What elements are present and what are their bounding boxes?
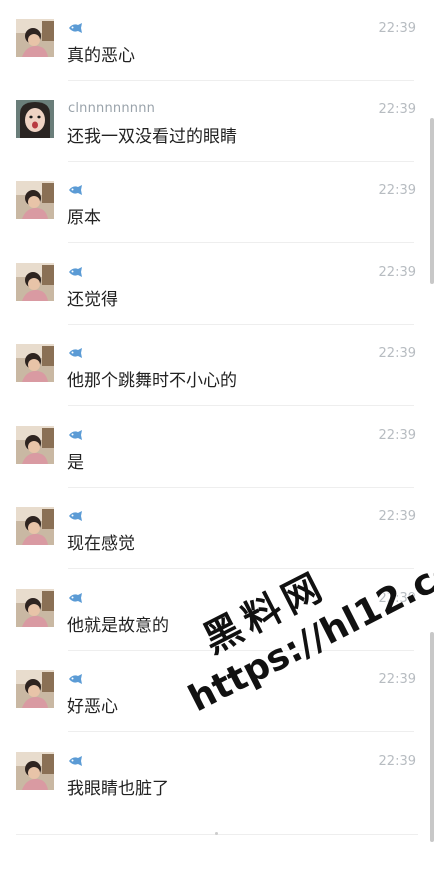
girl-avatar-image [16,507,54,545]
message-time: 22:39 [378,754,416,769]
message-time: 22:39 [378,102,416,117]
message-time: 22:39 [378,21,416,36]
message-text: 他就是故意的 [67,616,169,636]
message-time: 22:39 [378,672,416,687]
divider [68,731,414,732]
screaming-face-avatar[interactable] [16,100,54,138]
scrollbar-thumb[interactable] [430,118,434,284]
girl-avatar-image [16,670,54,708]
girl-avatar[interactable] [16,507,54,545]
sender-name: clnnnnnnnnn [68,101,156,116]
fish-icon [68,673,84,685]
message-item[interactable]: 22:39 是 [0,407,430,488]
message-time: 22:39 [378,428,416,443]
message-time: 22:39 [378,591,416,606]
loading-dot [215,832,218,835]
message-time: 22:39 [378,509,416,524]
divider [68,405,414,406]
message-item[interactable]: 22:39 我眼睛也脏了 [0,733,430,814]
fish-icon [68,755,84,767]
message-text: 真的恶心 [67,46,135,66]
message-item[interactable]: clnnnnnnnnn 22:39 还我一双没看过的眼睛 [0,81,430,162]
message-text: 他那个跳舞时不小心的 [67,371,237,391]
message-text: 好恶心 [67,697,118,717]
message-time: 22:39 [378,346,416,361]
chat-history-screen: 22:39 真的恶心 clnnnnnnnnn 22:39 还我一双没看过的眼睛 [0,0,434,884]
message-item[interactable]: 22:39 他就是故意的 [0,570,430,651]
girl-avatar[interactable] [16,589,54,627]
message-text: 还觉得 [67,290,118,310]
girl-avatar-image [16,19,54,57]
message-text: 原本 [67,208,101,228]
divider [68,242,414,243]
girl-avatar[interactable] [16,19,54,57]
message-item[interactable]: 22:39 他那个跳舞时不小心的 [0,325,430,406]
scrollbar-thumb-lower[interactable] [430,632,434,842]
message-item[interactable]: 22:39 现在感觉 [0,488,430,569]
message-item[interactable]: 22:39 还觉得 [0,244,430,325]
fish-icon [68,429,84,441]
girl-avatar[interactable] [16,263,54,301]
girl-avatar[interactable] [16,181,54,219]
fish-icon [68,184,84,196]
message-time: 22:39 [378,183,416,198]
girl-avatar-image [16,344,54,382]
screaming-face-avatar-image [16,100,54,138]
message-item[interactable]: 22:39 好恶心 [0,651,430,732]
girl-avatar-image [16,589,54,627]
girl-avatar-image [16,181,54,219]
fish-icon [68,592,84,604]
message-item[interactable]: 22:39 真的恶心 [0,0,430,81]
girl-avatar[interactable] [16,752,54,790]
message-text: 是 [67,453,84,473]
fish-icon [68,22,84,34]
message-text: 现在感觉 [67,534,135,554]
message-text: 还我一双没看过的眼睛 [67,127,237,147]
girl-avatar-image [16,263,54,301]
message-text: 我眼睛也脏了 [67,779,169,799]
fish-icon [68,347,84,359]
divider [68,568,414,569]
message-time: 22:39 [378,265,416,280]
girl-avatar-image [16,426,54,464]
girl-avatar[interactable] [16,426,54,464]
girl-avatar[interactable] [16,670,54,708]
fish-icon [68,266,84,278]
girl-avatar-image [16,752,54,790]
girl-avatar[interactable] [16,344,54,382]
message-item[interactable]: 22:39 原本 [0,162,430,243]
fish-icon [68,510,84,522]
